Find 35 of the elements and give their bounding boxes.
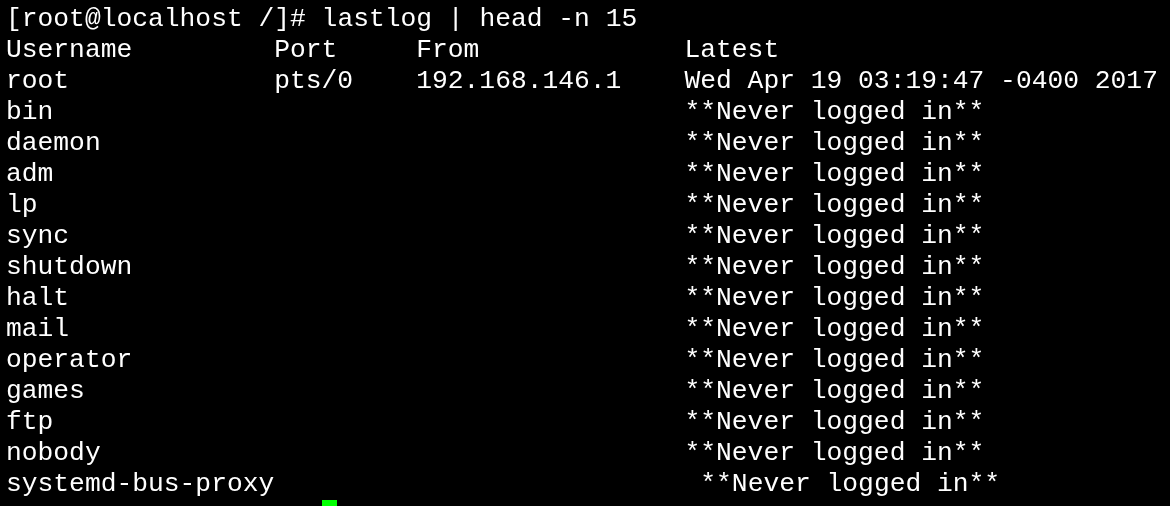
log-from: 192.168.146.1 [416,66,623,97]
log-user: daemon [6,128,102,159]
log-user: operator [6,345,134,376]
log-user: bin [6,97,55,128]
column-header-user: Username [6,35,134,66]
command-line: [root@localhost /]# lastlog | head -n 15 [6,4,638,35]
log-latest: **Never logged in** [684,128,985,159]
log-latest: **Never logged in** [684,252,985,283]
log-port: pts/0 [274,66,355,97]
log-latest: Wed Apr 19 03:19:47 -0400 2017 [684,66,1158,97]
log-latest: **Never logged in** [684,97,985,128]
log-latest: **Never logged in** [684,407,985,438]
log-user: shutdown [6,252,134,283]
log-user: mail [6,314,71,345]
column-header-latest: Latest [684,35,780,66]
log-user: sync [6,221,71,252]
log-user: systemd-bus-proxy [6,469,275,500]
log-user: ftp [6,407,55,438]
column-header-from: From [416,35,481,66]
log-latest: **Never logged in** [684,438,985,469]
log-user: halt [6,283,71,314]
log-latest: **Never logged in** [684,345,985,376]
log-user: games [6,376,86,407]
log-user: lp [6,190,39,221]
log-latest: **Never logged in** [684,221,985,252]
log-user: nobody [6,438,102,469]
log-latest: **Never logged in** [684,376,985,407]
log-latest: **Never logged in** [684,314,985,345]
log-latest: **Never logged in** [684,159,985,190]
log-latest: **Never logged in** [684,190,985,221]
column-header-port: Port [274,35,339,66]
log-user: adm [6,159,55,190]
log-latest: **Never logged in** [684,283,985,314]
log-latest: **Never logged in** [700,469,1001,500]
log-user: root [6,66,71,97]
